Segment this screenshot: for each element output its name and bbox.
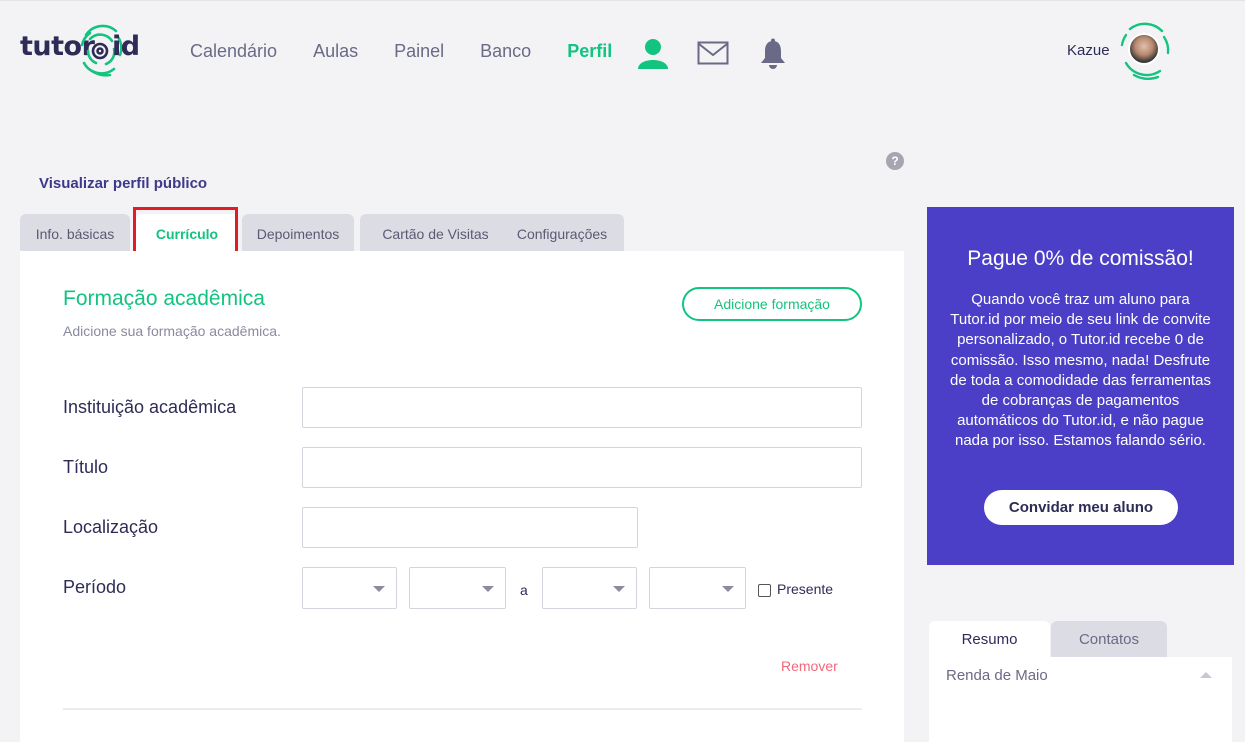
tab-cartao-de-visitas[interactable]: Cartão de Visitas <box>360 214 511 251</box>
present-label: Presente <box>777 581 834 597</box>
nav-aulas[interactable]: Aulas <box>313 41 358 62</box>
promo-title: Pague 0% de comissão! <box>967 247 1194 270</box>
logo-text-id: id <box>112 31 140 62</box>
remove-link[interactable]: Remover <box>781 658 838 674</box>
help-icon[interactable]: ? <box>886 152 904 170</box>
nav-painel[interactable]: Painel <box>394 41 444 62</box>
chevron-up-icon[interactable] <box>1200 672 1212 678</box>
location-label: Localização <box>63 517 159 537</box>
tab-configuracoes[interactable]: Configurações <box>500 214 624 251</box>
summary-panel-title: Renda de Maio <box>946 667 1048 684</box>
title-input[interactable] <box>302 447 862 488</box>
tab-depoimentos[interactable]: Depoimentos <box>242 214 354 251</box>
main-nav: Calendário Aulas Painel Banco Perfil <box>190 41 648 62</box>
tutorid-logo[interactable]: tutor id <box>20 19 140 81</box>
chevron-down-icon <box>613 586 625 592</box>
top-header: tutor id Calendário Aulas Painel Banco P… <box>0 0 1245 100</box>
tab-info-basicas[interactable]: Info. básicas <box>20 214 130 251</box>
nav-perfil[interactable]: Perfil <box>567 41 612 62</box>
invite-student-button[interactable]: Convidar meu aluno <box>984 490 1178 525</box>
user-avatar-button[interactable] <box>1118 19 1172 81</box>
chevron-down-icon <box>482 586 494 592</box>
user-name[interactable]: Kazue <box>1067 42 1110 59</box>
nav-calendario[interactable]: Calendário <box>190 41 277 62</box>
tab-highlight-box <box>133 207 238 257</box>
nav-banco[interactable]: Banco <box>480 41 531 62</box>
institution-label: Instituição acadêmica <box>63 397 237 417</box>
section-divider <box>63 708 862 710</box>
title-label: Título <box>63 457 109 477</box>
view-public-profile-link[interactable]: Visualizar perfil público <box>39 175 207 192</box>
tab-resumo[interactable]: Resumo <box>929 621 1050 658</box>
curriculum-card: Formação acadêmica Adicione sua formação… <box>20 251 904 742</box>
location-input[interactable] <box>302 507 638 548</box>
promo-text: Quando você traz um aluno para Tutor.id … <box>950 291 1211 450</box>
end-year-select[interactable] <box>649 567 746 609</box>
start-year-select[interactable] <box>409 567 506 609</box>
chevron-down-icon <box>373 586 385 592</box>
end-month-select[interactable] <box>542 567 637 609</box>
start-month-select[interactable] <box>302 567 397 609</box>
chevron-down-icon <box>722 586 734 592</box>
avatar <box>1128 33 1160 65</box>
commission-promo: Pague 0% de comissão! Quando você traz u… <box>927 207 1234 565</box>
present-checkbox[interactable] <box>758 584 771 597</box>
mail-icon[interactable] <box>697 41 729 65</box>
add-education-button[interactable]: Adicione formação <box>682 287 862 321</box>
user-icon[interactable] <box>636 37 670 71</box>
summary-panel: Renda de Maio <box>929 657 1232 742</box>
period-label: Período <box>63 577 127 597</box>
tab-contatos[interactable]: Contatos <box>1051 621 1167 658</box>
institution-input[interactable] <box>302 387 862 428</box>
section-subtitle: Adicione sua formação acadêmica. <box>63 323 281 339</box>
bell-icon[interactable] <box>759 38 787 70</box>
period-separator: a <box>520 582 528 598</box>
section-title: Formação acadêmica <box>63 287 265 310</box>
